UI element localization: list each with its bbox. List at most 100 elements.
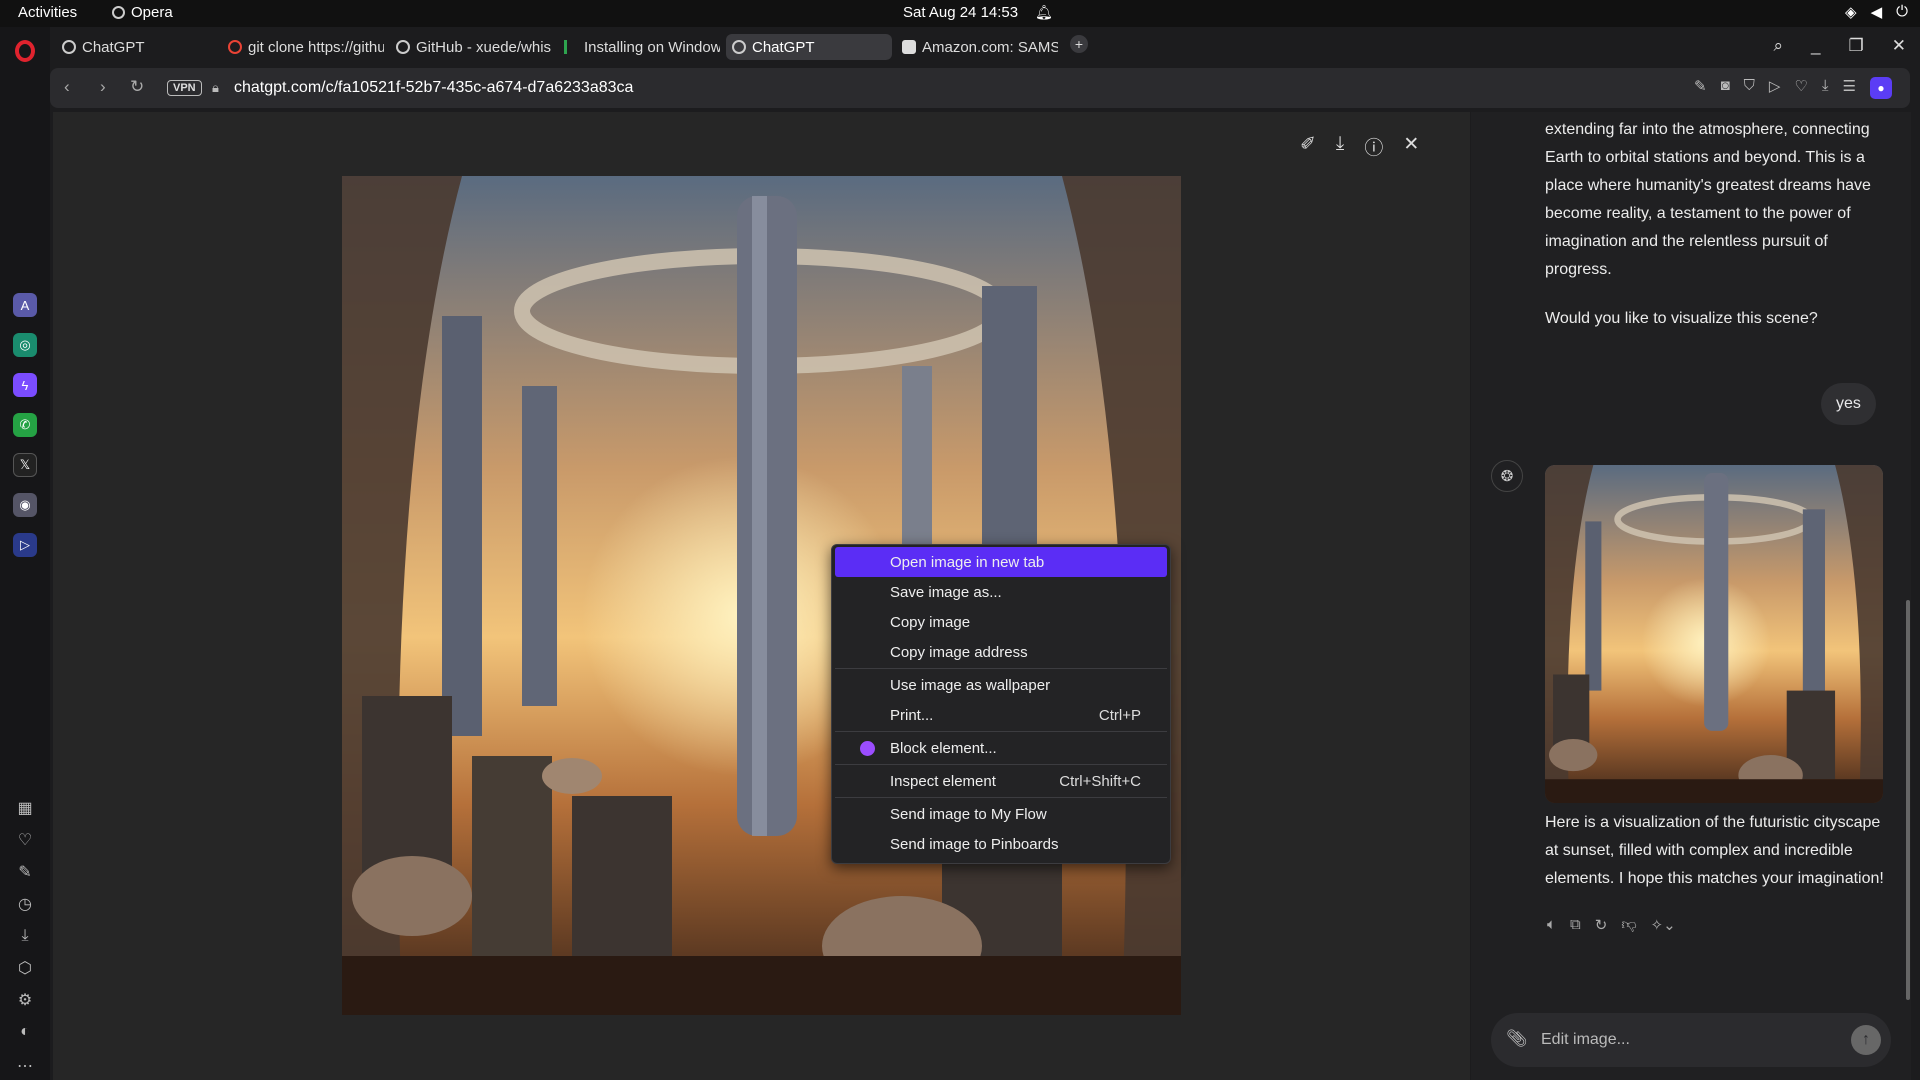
- thumbs-down-icon[interactable]: 👎︎: [1621, 916, 1636, 934]
- forward-icon[interactable]: ›: [100, 77, 106, 97]
- snapshot-camera-icon[interactable]: ◙: [1721, 77, 1730, 99]
- menu-item-label: Print...: [890, 706, 934, 724]
- volume-icon: ◀: [1870, 4, 1883, 21]
- back-icon[interactable]: ‹: [64, 77, 70, 97]
- menu-item-label: Send image to Pinboards: [890, 835, 1059, 853]
- info-icon[interactable]: ⓘ: [1364, 133, 1383, 160]
- url-field[interactable]: chatgpt.com/c/fa10521f-52b7-435c-a674-d7…: [234, 79, 633, 97]
- generated-image-thumbnail[interactable]: [1545, 465, 1883, 803]
- profile-icon[interactable]: ●: [1870, 77, 1892, 99]
- extensions-cube-icon[interactable]: ⬡: [14, 957, 36, 979]
- settings-gear-icon[interactable]: ⚙: [14, 989, 36, 1011]
- app-menu[interactable]: Opera: [112, 4, 173, 21]
- menu-separator: [835, 668, 1167, 669]
- menu-print[interactable]: Print... Ctrl+P: [835, 700, 1167, 730]
- tab-label: GitHub - xuede/whisp: [416, 38, 552, 56]
- menu-inspect-element[interactable]: Inspect element Ctrl+Shift+C: [835, 766, 1167, 796]
- window-controls: ⌕ _ ❐ ✕: [1774, 36, 1907, 56]
- bookmark-heart-icon[interactable]: ♡: [1794, 77, 1807, 99]
- menu-send-to-my-flow[interactable]: Send image to My Flow: [835, 799, 1167, 829]
- menu-send-to-pinboards[interactable]: Send image to Pinboards: [835, 829, 1167, 859]
- tab-github[interactable]: GitHub - xuede/whisp: [390, 34, 552, 60]
- tab-label: ChatGPT: [82, 38, 145, 56]
- close-viewer-icon[interactable]: ✕: [1403, 133, 1419, 160]
- lock-icon[interactable]: 🔒︎: [212, 80, 219, 96]
- tab-installing-windows[interactable]: Installing on Windows: [558, 34, 720, 60]
- chatgpt-favicon-icon: [62, 40, 76, 54]
- copy-icon[interactable]: ⧉: [1570, 916, 1581, 934]
- download-icon[interactable]: ⤓: [1822, 77, 1829, 99]
- chatgpt-avatar-icon: ❂: [1491, 460, 1523, 492]
- regenerate-icon[interactable]: ↻: [1595, 916, 1608, 934]
- read-aloud-icon[interactable]: 🔈︎: [1547, 916, 1556, 934]
- tab-google-git-clone[interactable]: git clone https://githu: [222, 34, 384, 60]
- menu-item-label: Copy image address: [890, 643, 1028, 661]
- assistant-message-text: Here is a visualization of the futuristi…: [1545, 814, 1884, 887]
- menu-copy-image[interactable]: Copy image: [835, 607, 1167, 637]
- aria-icon[interactable]: A: [13, 293, 37, 317]
- app-name: Opera: [131, 4, 173, 21]
- menu-item-label: Use image as wallpaper: [890, 676, 1051, 694]
- wifi-icon: ◈: [1845, 4, 1857, 21]
- tab-label: git clone https://githu: [248, 38, 384, 56]
- sparkle-model-icon[interactable]: ✧⌄: [1651, 916, 1676, 934]
- easy-setup-icon[interactable]: ☰: [1843, 77, 1856, 99]
- minimize-icon[interactable]: _: [1811, 36, 1820, 56]
- site-favicon-icon: [564, 40, 578, 54]
- edit-image-input[interactable]: [1541, 1027, 1841, 1053]
- chatgpt-favicon-icon: [732, 40, 746, 54]
- vpn-badge[interactable]: VPN: [167, 80, 202, 96]
- tab-label: ChatGPT: [752, 38, 815, 56]
- system-tray[interactable]: ◈ ◀ ⏻: [1845, 3, 1908, 21]
- attach-paperclip-icon[interactable]: 📎︎: [1506, 1029, 1528, 1049]
- opera-logo-icon[interactable]: [15, 40, 35, 62]
- assistant-message-text: extending far into the atmosphere, conne…: [1545, 121, 1871, 278]
- menu-block-element[interactable]: Block element...: [835, 733, 1167, 763]
- power-icon: ⏻: [1896, 3, 1908, 20]
- tab-label: Installing on Windows: [584, 38, 720, 56]
- tab-chatgpt-active[interactable]: ChatGPT: [726, 34, 892, 60]
- download-image-icon[interactable]: ⤓: [1336, 133, 1344, 160]
- whatsapp-icon[interactable]: ✆: [13, 413, 37, 437]
- menu-use-image-as-wallpaper[interactable]: Use image as wallpaper: [835, 670, 1167, 700]
- flow-icon[interactable]: ▷: [13, 533, 37, 557]
- new-tab-plus-icon[interactable]: +: [1070, 35, 1088, 53]
- menu-separator: [835, 731, 1167, 732]
- user-message-bubble: yes: [1821, 383, 1876, 425]
- messenger-icon[interactable]: ϟ: [13, 373, 37, 397]
- address-bar: ‹ › ↻ VPN 🔒︎ chatgpt.com/c/fa10521f-52b7…: [50, 68, 1910, 108]
- tab-amazon[interactable]: Amazon.com: SAMS: [896, 34, 1058, 60]
- flow-send-icon[interactable]: ▷: [1769, 77, 1781, 99]
- opera-sidebar: A ◎ ϟ ✆ 𝕏 ◉ ▷ ▦ ♡ ✎ ◷ ⤓ ⬡ ⚙ ◐ ⋯: [0, 27, 50, 1080]
- speed-dial-icon[interactable]: ▦: [14, 797, 36, 819]
- pinboards-icon[interactable]: ✎: [14, 861, 36, 883]
- menu-separator: [835, 764, 1167, 765]
- close-window-icon[interactable]: ✕: [1892, 36, 1906, 56]
- history-clock-icon[interactable]: ◷: [14, 893, 36, 915]
- menu-copy-image-address[interactable]: Copy image address: [835, 637, 1167, 667]
- edit-image-icon[interactable]: ✐: [1300, 133, 1316, 160]
- downloads-icon[interactable]: ⤓: [14, 925, 36, 947]
- shield-icon[interactable]: ⛉: [1744, 77, 1755, 99]
- activities-button[interactable]: Activities: [18, 4, 77, 21]
- player-icon[interactable]: ◉: [13, 493, 37, 517]
- menu-open-image-new-tab[interactable]: Open image in new tab: [835, 547, 1167, 577]
- menu-save-image-as[interactable]: Save image as...: [835, 577, 1167, 607]
- message-actions: 🔈︎ ⧉ ↻ 👎︎ ✧⌄: [1547, 916, 1676, 934]
- edit-icon[interactable]: ✎: [1694, 77, 1707, 99]
- opera-app-icon: [112, 6, 125, 19]
- chat-scrollbar[interactable]: [1906, 600, 1910, 1000]
- clock[interactable]: Sat Aug 24 14:53: [903, 4, 1018, 21]
- more-dots-icon[interactable]: ⋯: [14, 1055, 36, 1077]
- restore-icon[interactable]: ❐: [1849, 36, 1864, 56]
- tab-chatgpt-1[interactable]: ChatGPT: [56, 34, 216, 60]
- reload-icon[interactable]: ↻: [130, 77, 144, 97]
- menu-item-label: Copy image: [890, 613, 971, 631]
- send-arrow-icon[interactable]: ↑: [1851, 1025, 1881, 1055]
- address-bar-actions: ✎ ◙ ⛉ ▷ ♡ ⤓ ☰ ●: [1694, 77, 1892, 99]
- tab-search-icon[interactable]: ⌕: [1774, 36, 1784, 56]
- personal-news-icon[interactable]: ◐: [14, 1021, 36, 1043]
- chatgpt-icon[interactable]: ◎: [13, 333, 37, 357]
- x-twitter-icon[interactable]: 𝕏: [13, 453, 37, 477]
- bookmarks-heart-icon[interactable]: ♡: [14, 829, 36, 851]
